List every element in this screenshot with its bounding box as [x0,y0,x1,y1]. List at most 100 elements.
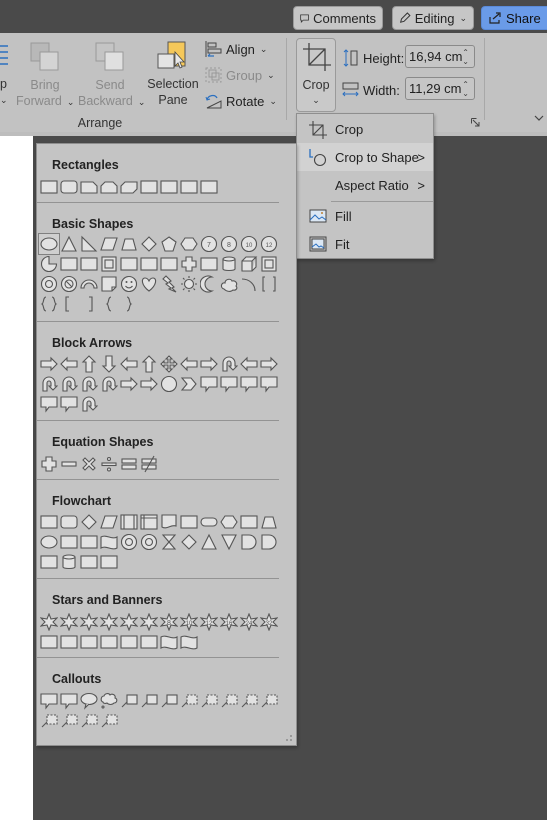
width-input[interactable]: 11,29 cm ⌃ ⌄ [405,77,475,100]
shape-document[interactable] [159,512,179,532]
shape-right-arrow-callout[interactable] [199,374,219,394]
shape-line-callout-3-border-accent[interactable] [99,711,119,731]
shape-cube[interactable] [239,254,259,274]
menu-item-fill[interactable]: Fill [297,202,433,230]
shape-cloud[interactable] [219,274,239,294]
document-page[interactable] [0,136,33,820]
shape-alternate-process[interactable] [59,512,79,532]
shape-collate[interactable] [159,532,179,552]
shape-internal-storage[interactable] [139,512,159,532]
shape-rect[interactable] [39,177,59,197]
shape-moon[interactable] [199,274,219,294]
shape-up-arrow[interactable] [79,354,99,374]
shape-snip-round[interactable] [139,177,159,197]
shape-not-equal[interactable] [139,454,159,474]
shape-right-brace[interactable] [119,294,139,314]
shape-chord[interactable] [59,254,79,274]
shape-pentagon[interactable] [159,234,179,254]
shape-line-callout-2-no-border[interactable] [259,691,279,711]
shape-stored-data[interactable] [239,532,259,552]
shape-hexagon[interactable] [179,234,199,254]
shape-octagon-8[interactable]: 8 [219,234,239,254]
shape-line-callout-2-border-accent[interactable] [79,711,99,731]
shape-direct-access-storage[interactable] [79,552,99,572]
shape-line-callout-3-no-border[interactable] [39,711,59,731]
shape-dodecagon-12[interactable]: 12 [259,234,279,254]
shape-plus[interactable] [39,454,59,474]
shape-l-shape[interactable] [139,254,159,274]
shape-diagonal-stripe[interactable] [159,254,179,274]
shape-quad-arrow-callout[interactable] [59,394,79,414]
rotate-button[interactable]: Rotate ⌄ [205,93,277,109]
shape-star-7[interactable] [139,612,159,632]
resize-grip-icon[interactable] [285,734,293,742]
shape-decision[interactable] [79,512,99,532]
shape-triangle[interactable] [59,234,79,254]
align-button[interactable]: Align ⌄ [205,41,267,57]
shape-off-page-connector[interactable] [59,532,79,552]
dialog-launcher-icon[interactable] [471,118,480,127]
shape-left-up-arrow[interactable] [239,354,259,374]
shape-curved-left-arrow[interactable] [59,374,79,394]
shape-curved-right-arrow[interactable] [39,374,59,394]
shape-double-wave[interactable] [179,632,199,652]
shape-wave[interactable] [159,632,179,652]
shape-star-32[interactable]: 32 [259,612,279,632]
shape-trapezoid[interactable] [119,234,139,254]
shape-star-24[interactable]: 24 [239,612,259,632]
shape-line-callout-1-no-border[interactable] [239,691,259,711]
shape-right-arrow[interactable] [39,354,59,374]
shape-star-6[interactable] [119,612,139,632]
shape-extract[interactable] [199,532,219,552]
shape-summing-junction[interactable] [119,532,139,552]
shape-half-frame[interactable] [119,254,139,274]
shape-right-bracket[interactable] [79,294,99,314]
shape-u-turn-arrow[interactable] [219,354,239,374]
shape-star-4[interactable] [79,612,99,632]
shape-parallelogram[interactable] [99,234,119,254]
shape-snip-same[interactable] [99,177,119,197]
shape-star-10[interactable]: 10 [179,612,199,632]
shape-ribbon-tilted-down[interactable] [59,632,79,652]
shape-oval-callout[interactable] [79,691,99,711]
shape-bent-up-arrow[interactable] [259,354,279,374]
shape-right-triangle[interactable] [79,234,99,254]
shape-left-arrow-callout[interactable] [239,374,259,394]
shape-process[interactable] [39,512,59,532]
shape-terminator[interactable] [199,512,219,532]
shape-cross[interactable] [179,254,199,274]
spin-down-icon[interactable]: ⌄ [462,89,469,99]
shape-left-right-arrow[interactable] [119,354,139,374]
shape-or[interactable] [139,532,159,552]
shape-heptagon-7[interactable]: 7 [199,234,219,254]
shape-horizontal-scroll[interactable] [139,632,159,652]
shape-plaque[interactable] [199,254,219,274]
shape-quad-arrow[interactable] [159,354,179,374]
shape-curved-ribbon-up[interactable] [79,632,99,652]
shape-striped-right-arrow[interactable] [119,374,139,394]
menu-item-crop[interactable]: Crop [297,115,433,143]
shape-left-brace[interactable] [99,294,119,314]
shape-round-one[interactable] [159,177,179,197]
menu-item-fit[interactable]: Fit [297,230,433,258]
shape-manual-input[interactable] [239,512,259,532]
shape-line-callout-1-border-accent[interactable] [59,711,79,731]
shape-snip-one[interactable] [79,177,99,197]
comments-button[interactable]: Comments [293,6,383,30]
shape-left-right-up-arrow[interactable] [179,354,199,374]
shape-down-arrow-callout[interactable] [219,374,239,394]
shape-equal[interactable] [119,454,139,474]
menu-item-aspect-ratio[interactable]: Aspect Ratio > [297,171,433,199]
shape-data[interactable] [99,512,119,532]
shape-bevel[interactable] [259,254,279,274]
share-button[interactable]: Share ⌄ [481,6,547,30]
shape-curved-ribbon-down[interactable] [99,632,119,652]
shape-decagon-10[interactable]: 10 [239,234,259,254]
shape-frame[interactable] [99,254,119,274]
shape-predefined-process[interactable] [119,512,139,532]
shape-line-callout-1[interactable] [119,691,139,711]
shape-smiley[interactable] [119,274,139,294]
shape-curved-up-arrow[interactable] [79,374,99,394]
shape-star-8[interactable]: 8 [159,612,179,632]
shape-punched-tape[interactable] [99,532,119,552]
